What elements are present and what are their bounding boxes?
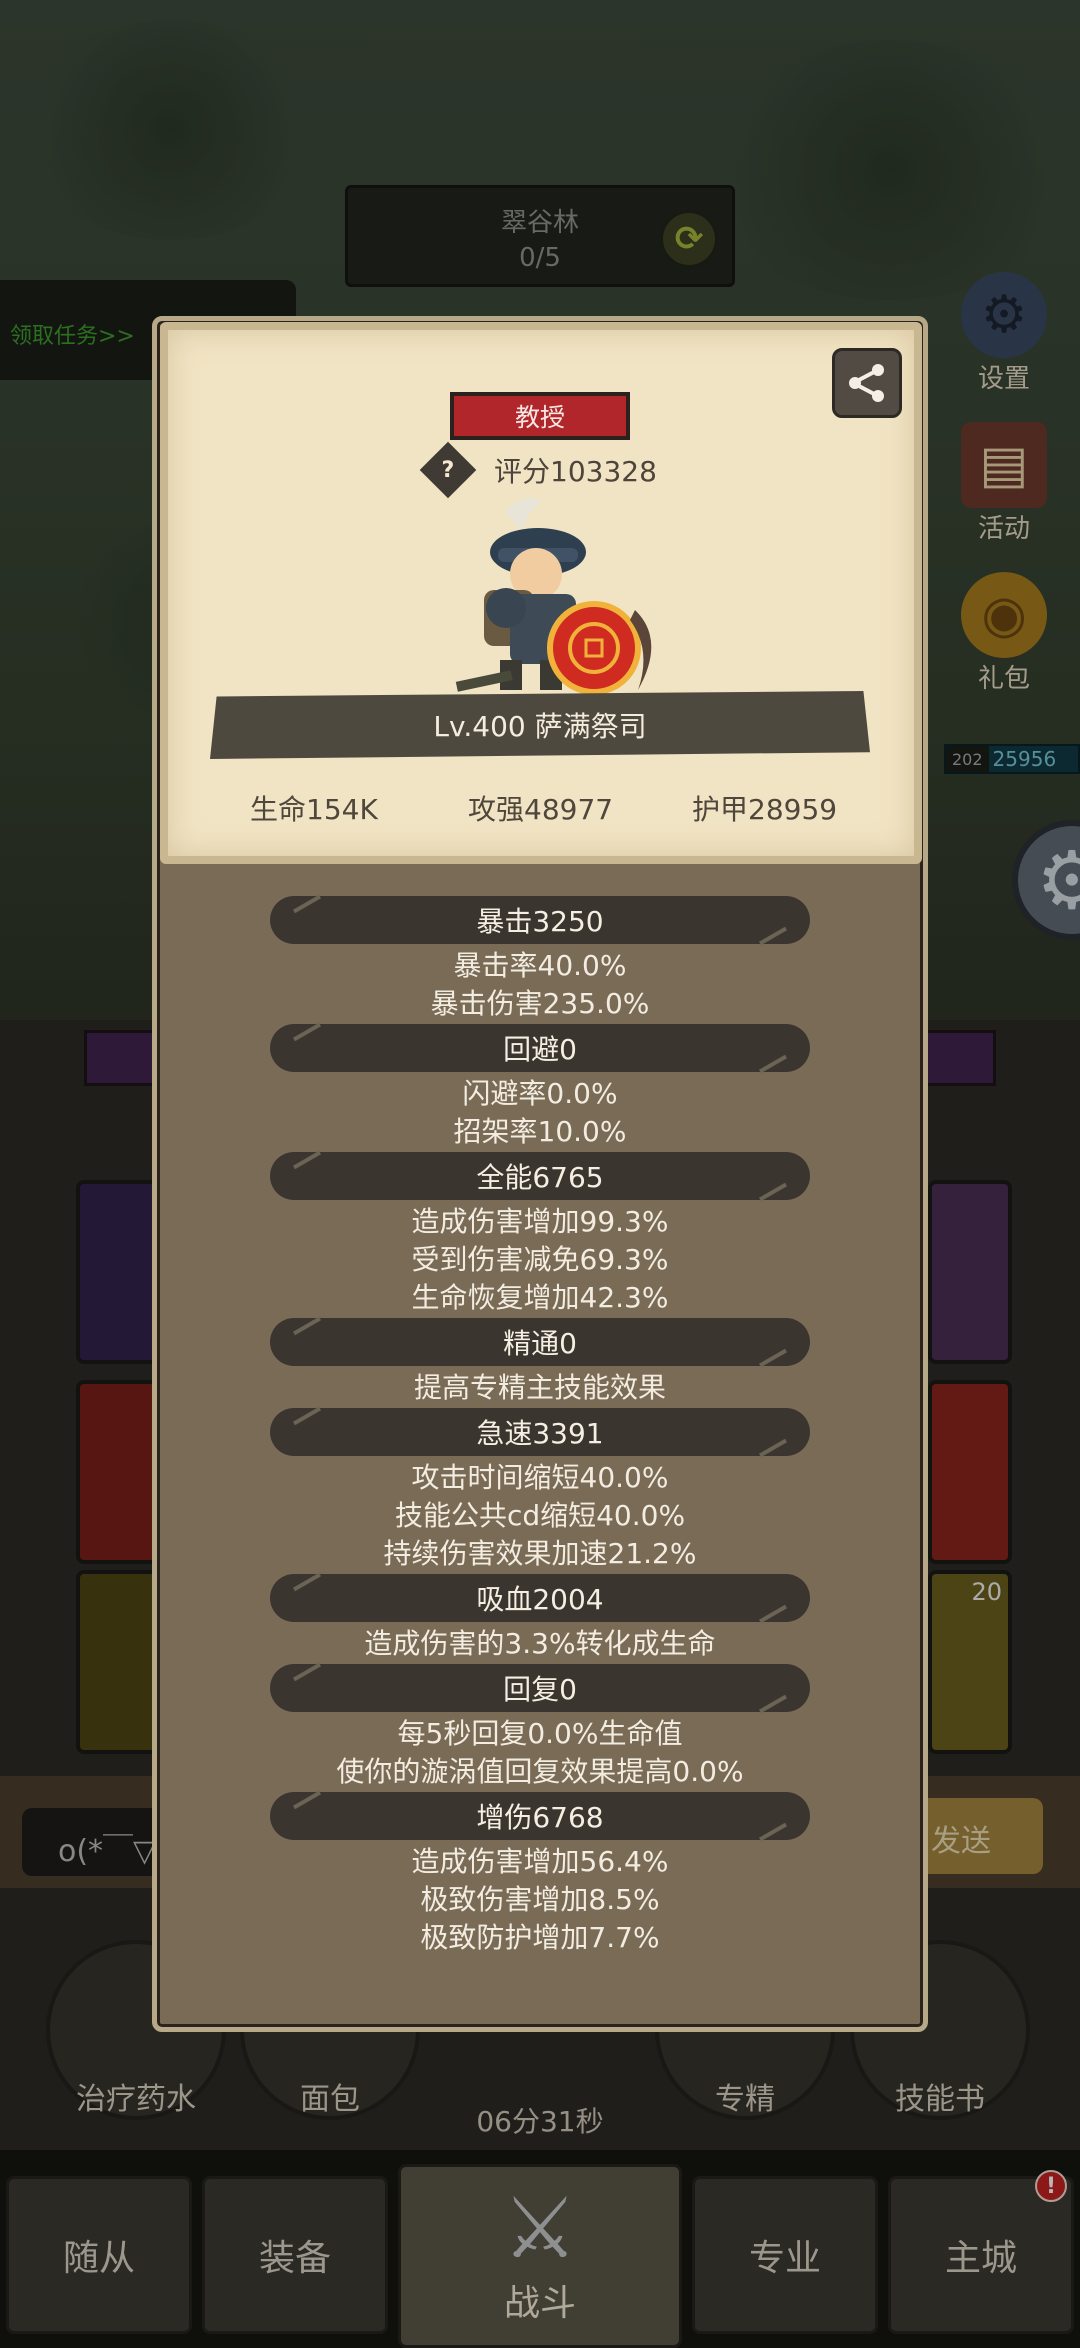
stat-line: 使你的漩涡值回复效果提高0.0% [336,1755,744,1788]
stat-header-crit: 暴击3250 [270,896,810,944]
stat-line: 造成伤害增加99.3% [411,1205,669,1238]
rank-badge: 教授 [450,392,630,440]
share-icon [849,364,884,402]
stat-line: 暴击率40.0% [453,949,627,982]
stat-line: 持续伤害效果加速21.2% [383,1537,697,1570]
score-row: ? 评分103328 [419,441,657,499]
stat-header-damage-boost: 增伤6768 [270,1792,810,1840]
hero-score: 评分103328 [494,455,657,488]
hero-life: 生命154K [250,793,378,826]
stat-line: 受到伤害减免69.3% [411,1243,669,1276]
stat-header-mastery: 精通0 [270,1318,810,1366]
stat-line: 招架率10.0% [453,1115,627,1148]
stat-line: 提高专精主技能效果 [413,1371,666,1404]
hero-name-bar: Lv.400 萨满祭司 [210,691,870,759]
hero-attack-power: 攻强48977 [468,793,614,826]
stat-header-versatility: 全能6765 [270,1152,810,1200]
stat-header-avoidance: 回避0 [270,1024,810,1072]
stat-line: 造成伤害的3.3%转化成生命 [364,1627,716,1660]
stat-line: 造成伤害增加56.4% [411,1845,669,1878]
stat-line: 攻击时间缩短40.0% [411,1461,669,1494]
stat-header-regen: 回复0 [270,1664,810,1712]
stat-line: 技能公共cd缩短40.0% [394,1499,686,1532]
stat-line: 暴击伤害235.0% [430,987,650,1020]
stat-line: 每5秒回复0.0%生命值 [397,1717,683,1750]
stat-line: 极致伤害增加8.5% [420,1883,660,1916]
hero-armor: 护甲28959 [692,793,838,826]
stat-header-haste: 急速3391 [270,1408,810,1456]
stat-header-lifesteal: 吸血2004 [270,1574,810,1622]
hero-portrait [455,497,652,695]
share-button[interactable] [832,348,902,418]
stat-line: 极致防护增加7.7% [420,1921,660,1954]
stat-line: 闪避率0.0% [462,1077,618,1110]
stat-line: 生命恢复增加42.3% [411,1281,669,1314]
